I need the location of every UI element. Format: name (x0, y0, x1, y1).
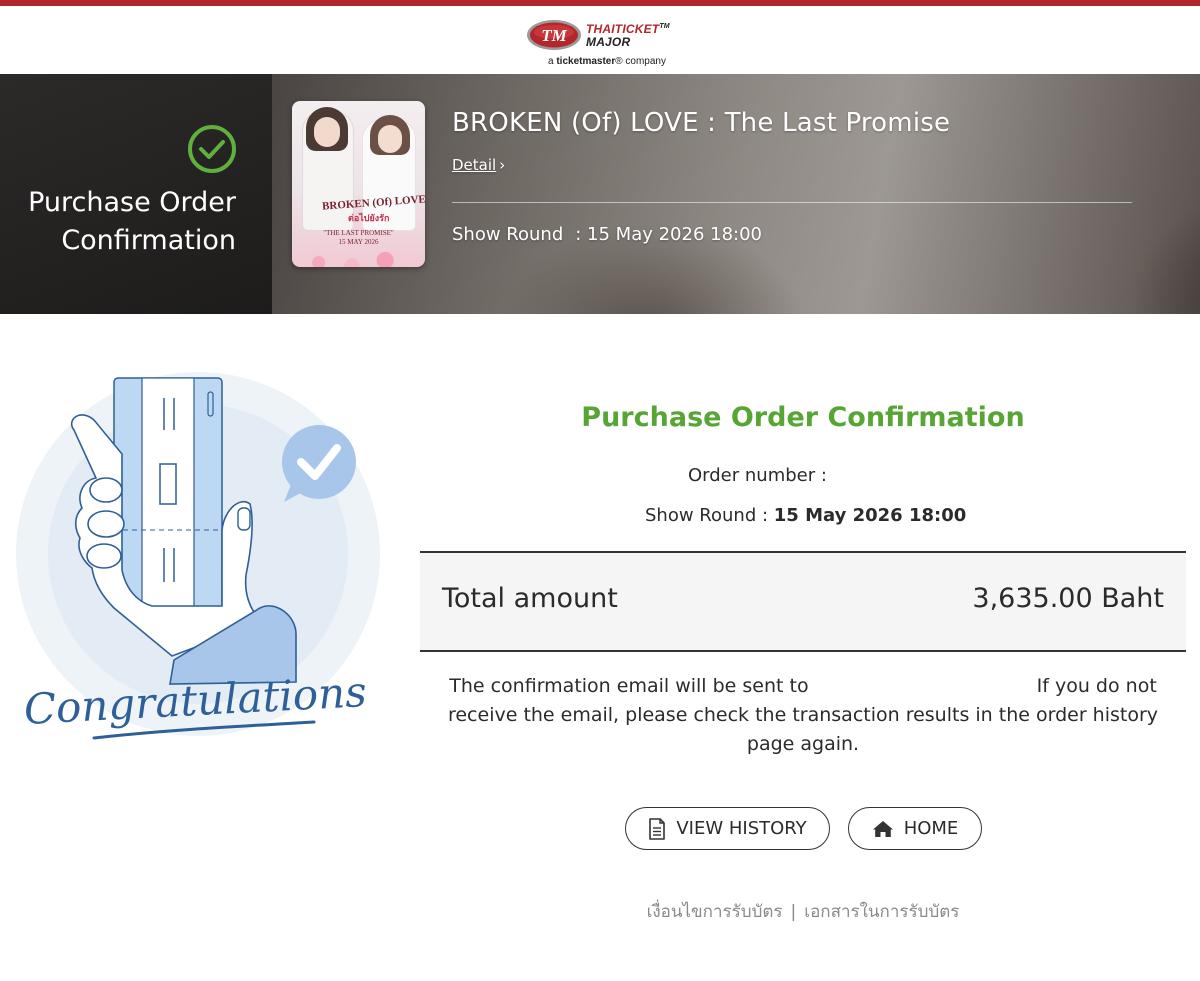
congratulations-illustration: Congratulations (16, 372, 380, 740)
view-history-label: VIEW HISTORY (676, 818, 807, 839)
confirmation-title: Purchase Order Confirmation (581, 402, 1025, 433)
order-number-label: Order number : (688, 465, 827, 486)
banner-show-round: Show Round : 15 May 2026 18:00 (452, 224, 762, 245)
status-title: Purchase Order Confirmation (0, 184, 236, 260)
footer-separator: | (790, 902, 797, 922)
tagline-brand: ticketmaster (556, 56, 616, 67)
banner-show-round-value: : 15 May 2026 18:00 (575, 224, 762, 245)
thaiticket-major-logo[interactable]: TM THAITICKETTM MAJOR a ticketmaster® co… (526, 16, 686, 68)
poster-subtitle-thai: ต่อไปยังรัก (348, 214, 390, 224)
svg-text:TM: TM (541, 26, 567, 45)
footer-links: เงื่อนไขการรับบัตร | เอกสารในการรับบัตร (420, 898, 1186, 925)
site-header: TM THAITICKETTM MAJOR a ticketmaster® co… (0, 6, 1200, 74)
brand-name: THAITICKETTM MAJOR (586, 20, 670, 49)
order-number: Order number : (688, 465, 827, 486)
event-title: BROKEN (Of) LOVE : The Last Promise (452, 108, 951, 138)
show-round-value: 15 May 2026 18:00 (773, 505, 967, 526)
total-amount-label: Total amount (442, 583, 618, 614)
detail-link[interactable]: Detail › (452, 156, 505, 174)
brand-name-line1: THAITICKET (586, 22, 660, 36)
home-button[interactable]: HOME (848, 807, 982, 850)
confirmation-email-note: The confirmation email will be sent to I… (428, 672, 1178, 759)
detail-link-label: Detail (452, 156, 497, 174)
total-amount-box: Total amount 3,635.00 Baht (420, 551, 1186, 652)
show-round-label: Show Round : (645, 505, 769, 526)
banner-show-round-label: Show Round (452, 224, 564, 245)
total-amount-value: 3,635.00 Baht (972, 583, 1164, 614)
event-poster[interactable]: BROKEN (Of) LOVE ต่อไปยังรัก "THE LAST P… (292, 101, 425, 267)
tagline-prefix: a (548, 56, 554, 67)
ticket-documents-link[interactable]: เอกสารในการรับบัตร (804, 902, 959, 922)
home-label: HOME (903, 818, 959, 839)
home-icon (872, 820, 893, 837)
brand-name-line2: MAJOR (586, 35, 631, 49)
poster-tagline-text: "THE LAST PROMISE" (323, 229, 394, 237)
status-title-line1: Purchase Order (28, 187, 236, 218)
view-history-button[interactable]: VIEW HISTORY (625, 807, 830, 850)
tm-logo-icon: TM (527, 20, 581, 50)
tagline-suffix: ® company (615, 56, 666, 67)
status-panel: Purchase Order Confirmation (0, 74, 272, 314)
poster-face-right (378, 125, 402, 153)
status-title-line2: Confirmation (61, 225, 236, 256)
event-banner: Purchase Order Confirmation BROKEN (Of) … (0, 74, 1200, 314)
ticket-conditions-link[interactable]: เงื่อนไขการรับบัตร (647, 902, 783, 922)
trademark-mark: TM (659, 23, 670, 30)
poster-hearts-decoration (292, 245, 425, 267)
brand-tagline: a ticketmaster® company (548, 56, 666, 67)
poster-face-left (314, 117, 340, 147)
note-part1: The confirmation email will be sent to (449, 675, 809, 697)
banner-divider (452, 202, 1132, 203)
chevron-right-icon: › (499, 156, 506, 174)
show-round: Show Round : 15 May 2026 18:00 (645, 505, 966, 526)
check-circle-icon (188, 125, 236, 173)
document-icon (649, 817, 666, 840)
